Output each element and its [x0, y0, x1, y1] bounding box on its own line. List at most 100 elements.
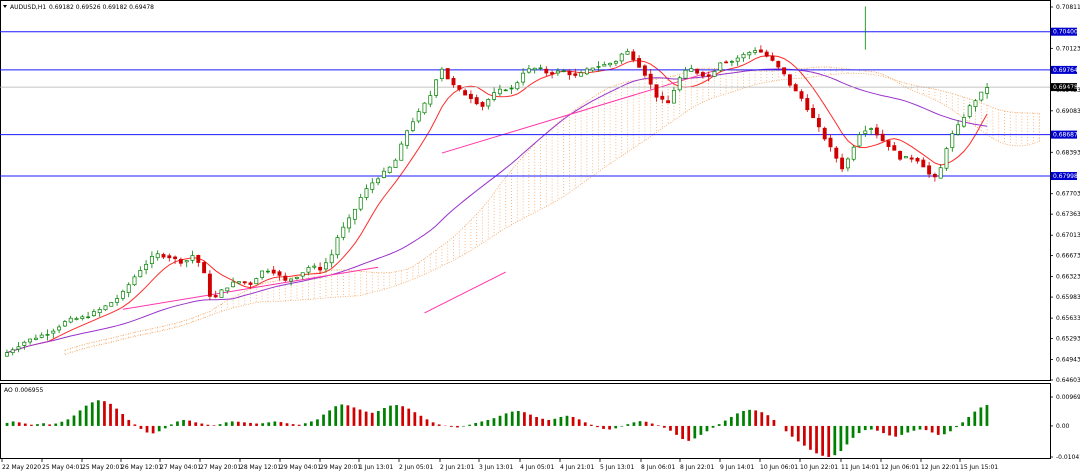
candle-body [619, 53, 624, 62]
candle-body [741, 54, 746, 59]
candle-body [892, 145, 897, 151]
price-tick-label: 0.67363 [1056, 211, 1080, 218]
time-tick-label: 12 Jun 22:01 [921, 464, 959, 471]
candle-body [950, 133, 955, 148]
candle-body [486, 99, 491, 107]
candle-body [144, 263, 149, 270]
price-tick-label: 0.69083 [1056, 108, 1080, 115]
candle-body [561, 70, 566, 73]
candle-body [532, 67, 537, 71]
candle-body [503, 89, 508, 92]
candle-body [596, 66, 601, 68]
candle-body [352, 208, 357, 220]
candle-body [393, 159, 398, 168]
time-tick-label: 4 Jun 21:01 [560, 464, 594, 471]
candle-body [526, 68, 531, 73]
candle-body [190, 255, 195, 261]
candle-body [898, 150, 903, 160]
candle-body [776, 60, 781, 68]
candle-body [312, 265, 317, 268]
candle-body [828, 137, 833, 148]
candle-body [845, 158, 850, 169]
candle-body [915, 158, 920, 162]
candle-body [289, 278, 294, 282]
candle-body [277, 271, 282, 276]
time-tick-label: 27 May 04:01 [160, 464, 201, 471]
candle-body [816, 117, 821, 128]
candle-body [811, 108, 816, 119]
candle-body [364, 188, 369, 198]
price-tick-label: 0.68393 [1056, 149, 1080, 156]
candle-body [753, 50, 758, 53]
time-tick-label: 28 May 12:01 [240, 464, 281, 471]
candle-body [22, 341, 27, 346]
candle-body [515, 82, 520, 90]
candle-body [422, 102, 427, 114]
time-tick-label: 2 Jun 21:01 [440, 464, 474, 471]
price-tick-label: 0.65293 [1056, 336, 1080, 343]
candle-body [840, 157, 845, 170]
candle-body [474, 97, 479, 105]
candle-body [851, 146, 856, 160]
candle-body [86, 316, 91, 319]
candle-body [45, 334, 50, 336]
candle-body [660, 95, 665, 100]
time-tick-label: 4 Jun 05:01 [520, 464, 554, 471]
candle-body [463, 90, 468, 96]
time-tick-label: 29 May 04:01 [280, 464, 321, 471]
candle-body [880, 133, 885, 142]
candle-body [985, 87, 990, 94]
candle-body [550, 72, 555, 75]
candle-body [932, 173, 937, 178]
symbol-header: AUDUSD,H1 [10, 4, 46, 11]
candle-body [283, 275, 288, 281]
candle-body [416, 111, 421, 122]
candle-body [103, 305, 108, 311]
candle-body [967, 105, 972, 117]
candle-body [921, 159, 926, 168]
candle-body [376, 178, 381, 184]
time-tick-label: 15 Jun 15:01 [960, 464, 998, 471]
candle-body [712, 71, 717, 77]
candle-body [509, 87, 514, 90]
candle-body [451, 78, 456, 86]
candle-body [109, 302, 114, 307]
candle-body [758, 49, 763, 53]
candle-body [138, 270, 143, 278]
candle-body [260, 270, 265, 278]
time-tick-label: 8 Jun 22:01 [680, 464, 714, 471]
candle-body [857, 134, 862, 147]
candle-body [492, 92, 497, 100]
candle-body [631, 51, 636, 61]
candle-body [608, 62, 613, 66]
candle-body [341, 226, 346, 238]
candle-body [584, 68, 589, 75]
candle-body [555, 70, 560, 74]
ao-tick-label: -0.010417 [1056, 454, 1080, 461]
candle-body [39, 334, 44, 338]
level-tag-label: 0.70400 [1053, 29, 1078, 36]
candle-body [793, 84, 798, 92]
candle-body [805, 98, 810, 111]
time-tick-label: 11 Jun 14:01 [841, 464, 879, 471]
candle-body [654, 84, 659, 98]
candle-body [468, 93, 473, 99]
price-tick-label: 0.66323 [1056, 274, 1080, 281]
candle-body [219, 289, 224, 298]
candle-body [834, 147, 839, 159]
time-tick-label: 22 May 2020 [2, 464, 41, 471]
candle-body [764, 51, 769, 57]
candle-body [747, 52, 752, 56]
time-tick-label: 1 Jun 13:01 [359, 464, 393, 471]
candle-body [213, 295, 218, 298]
ohlc-header: 0.69182 0.69526 0.69182 0.69478 [49, 4, 154, 11]
time-tick-label: 10 Jun 22:01 [800, 464, 838, 471]
candle-body [434, 79, 439, 96]
time-tick-label: 10 Jun 06:01 [760, 464, 798, 471]
candle-body [347, 217, 352, 229]
candle-body [231, 281, 236, 288]
candle-body [782, 67, 787, 75]
candle-body [666, 100, 671, 104]
candle-body [329, 254, 334, 264]
time-tick-label: 2 Jun 05:01 [399, 464, 433, 471]
